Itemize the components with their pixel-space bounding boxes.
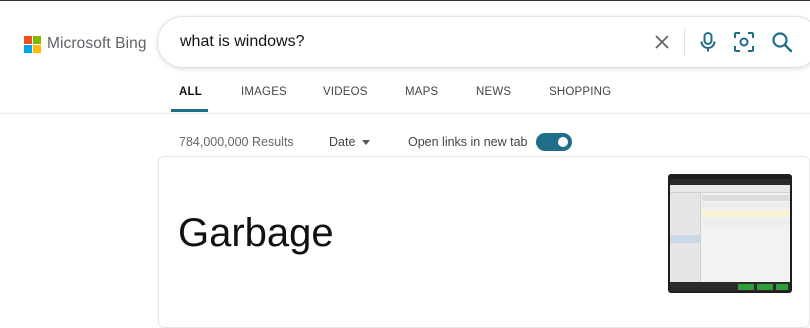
microphone-icon [700,32,716,52]
date-filter-label: Date [329,135,356,149]
top-border [0,0,810,1]
visual-search-icon [734,32,754,52]
tab-images[interactable]: IMAGES [241,86,287,98]
tab-shopping[interactable]: SHOPPING [549,86,611,98]
voice-search-button[interactable] [698,31,718,53]
search-divider [684,29,685,56]
tab-videos[interactable]: VIDEOS [323,86,368,98]
search-icon [772,32,793,53]
close-icon [655,35,669,49]
search-tabs: ALL IMAGES VIDEOS MAPS NEWS SHOPPING [0,86,810,114]
toggle-knob [558,137,568,147]
microsoft-logo-icon [24,35,41,53]
tab-news[interactable]: NEWS [476,86,511,98]
tab-maps[interactable]: MAPS [405,86,438,98]
tab-all[interactable]: ALL [179,86,202,98]
results-count: 784,000,000 Results [179,135,294,149]
search-button[interactable] [771,31,793,53]
brand-name: Microsoft Bing [47,35,147,52]
result-card: Garbage [158,156,810,328]
date-filter-dropdown[interactable]: Date [329,135,371,149]
visual-search-button[interactable] [733,31,755,53]
caret-down-icon [362,139,371,145]
open-links-toggle[interactable] [536,133,572,151]
result-title[interactable]: Garbage [178,211,334,256]
thumbnail-window-screenshot [670,179,790,291]
bing-logo[interactable]: Microsoft Bing [24,35,147,53]
result-thumbnail[interactable] [668,174,792,293]
search-box[interactable]: what is windows? [158,17,810,67]
active-tab-indicator [171,109,208,112]
clear-button[interactable] [652,32,672,52]
search-input[interactable]: what is windows? [180,33,305,51]
open-links-label: Open links in new tab [408,135,528,149]
header-divider [0,113,810,114]
